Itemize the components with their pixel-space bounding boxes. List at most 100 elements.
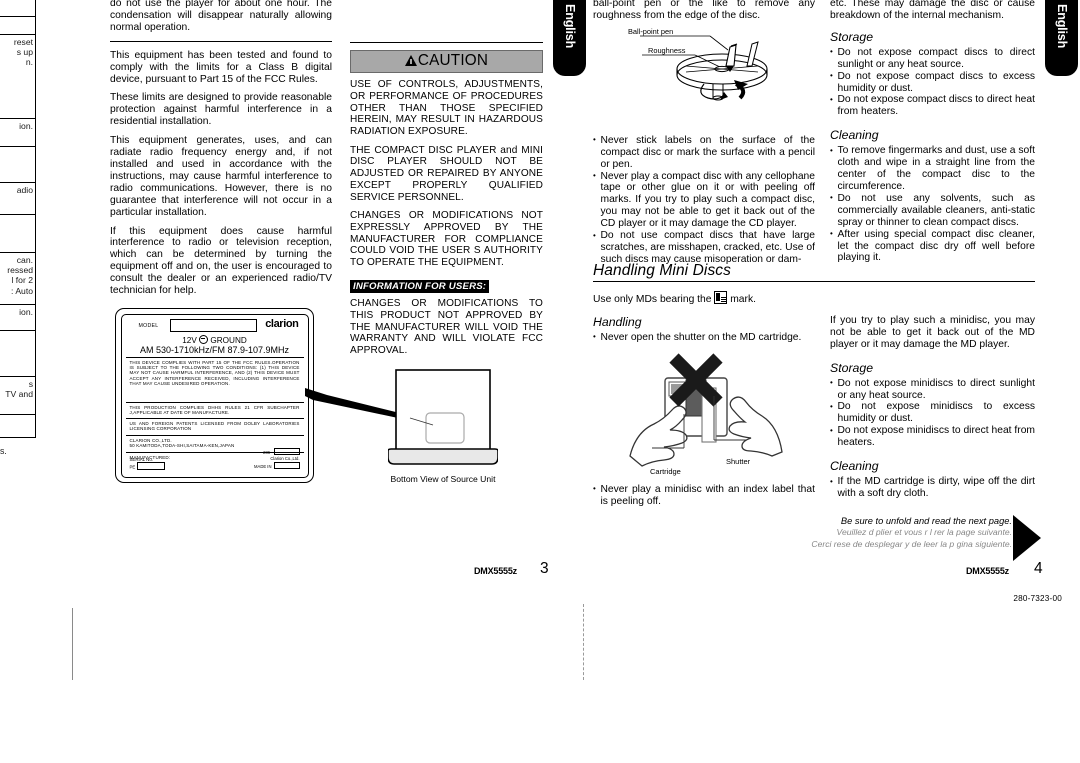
english-tab-label: English — [563, 4, 577, 49]
md-handling-heading: Handling — [593, 314, 642, 329]
manual-page: reset s up n. ion. adio can. ressed l fo… — [0, 0, 1080, 763]
label-286: 286- — [263, 449, 272, 455]
figure-label-ballpoint-pen: Ball-point pen — [628, 27, 674, 36]
mini-discs-heading: Handling Mini Discs — [593, 262, 732, 279]
label-company-footer: Clarion Co.,Ltd. — [270, 456, 300, 462]
ground-symbol-icon — [199, 334, 209, 344]
figure-label-roughness: Roughness — [648, 46, 686, 55]
label-pe-caption: PE — [129, 464, 136, 470]
cd-damage-note: etc. These may damage the disc or cause … — [830, 0, 1035, 21]
cd-cleaning-heading: Cleaning — [830, 128, 879, 143]
use-only-mds-post: mark. — [730, 294, 756, 305]
column-four: etc. These may damage the disc or cause … — [830, 0, 1035, 264]
md-continued-note: If you try to play such a minidisc, you … — [830, 314, 1035, 350]
cd-cleaning-bullet: Do not use any solvents, such as commerc… — [830, 192, 1035, 229]
figure-label-shutter: Shutter — [726, 457, 751, 466]
document-number: 280-7323-00 — [1013, 594, 1062, 603]
cd-handling-bullet: Never play a compact disc with any cello… — [593, 170, 815, 231]
label-dolby-block: US AND FOREIGN PATENTS LICENSED FROM DOL… — [129, 420, 300, 431]
label-madein-box — [273, 462, 300, 470]
fcc-paragraph: These limits are designed to provide rea… — [110, 92, 332, 128]
english-tab-left: English — [553, 0, 586, 76]
caution-divider — [350, 42, 543, 43]
use-only-mds-pre: Use only MDs bearing the — [593, 294, 712, 305]
label-model-box — [169, 318, 257, 332]
label-inner-border: MODEL clarion 12V GROUND AM 530-1710kHz/… — [120, 313, 309, 478]
left-crop-fragment: ion. — [19, 307, 33, 317]
label-model-caption: MODEL — [138, 322, 159, 329]
label-voltage: 12V — [182, 335, 197, 345]
minidisc-mark-icon — [714, 291, 728, 304]
cd-storage-bullet: Do not expose compact discs to direct su… — [830, 46, 1035, 71]
label-serial-area: SERIAL No. PE — [130, 457, 165, 470]
condensation-note: do not use the player for about one hour… — [110, 0, 332, 33]
cd-storage-bullet: Do not expose compact discs to direct he… — [830, 94, 1035, 118]
column-one: do not use the player for about one hour… — [110, 0, 332, 297]
left-crop-fragment: ion. — [19, 121, 33, 131]
fcc-paragraph: This equipment has been tested and found… — [110, 49, 332, 85]
unfold-notice: Be sure to unfold and read the next page… — [740, 515, 1012, 550]
label-pe-box — [136, 462, 165, 470]
clarion-rating-label: MODEL clarion 12V GROUND AM 530-1710kHz/… — [115, 308, 314, 483]
label-voltage-line: 12V GROUND — [122, 334, 308, 345]
label-company-name: CLARION CO.,LTD. 50 KAMITODA,TODA-SHI,SAI… — [129, 437, 235, 448]
figure-label-cartridge: Cartridge — [650, 467, 681, 476]
left-page-edge-crop: reset s up n. ion. adio can. ressed l fo… — [0, 0, 110, 470]
english-tab-right: English — [1045, 0, 1078, 76]
md-handling-bullet: Never open the shutter on the MD cartrid… — [593, 331, 815, 344]
handling-mini-discs-section: Handling Mini Discs Use only MDs bearing… — [593, 262, 1035, 507]
clarion-logo: clarion — [265, 318, 299, 330]
page-number-right: 4 — [1034, 560, 1043, 577]
caution-paragraph: THE COMPACT DISC PLAYER and MINI DISC PL… — [350, 144, 543, 203]
cd-cleaning-bullet: After using special compact disc cleaner… — [830, 228, 1035, 265]
caution-paragraph: CHANGES OR MODIFICATIONS NOT EXPRESSLY A… — [350, 210, 543, 269]
caution-paragraph: USE OF CONTROLS, ADJUSTMENTS, OR PERFORM… — [350, 79, 543, 138]
left-crop-tail-fragment: s. — [0, 446, 7, 456]
bottom-view-source-unit-figure — [388, 369, 498, 465]
cd-handling-bullet: Never stick labels on the surface of the… — [593, 134, 815, 171]
column-two: CAUTION USE OF CONTROLS, ADJUSTMENTS, OR… — [350, 0, 543, 357]
unfold-notice-spanish: Cerci rese de desplegar y de leer la p g… — [811, 538, 1012, 549]
caution-block: CAUTION USE OF CONTROLS, ADJUSTMENTS, OR… — [350, 42, 543, 357]
column-one-divider — [110, 40, 332, 42]
ballpoint-pen-note: ball-point pen or the like to remove any… — [593, 0, 815, 21]
cd-storage-heading: Storage — [830, 29, 874, 44]
label-band-range: AM 530-1710kHz/FM 87.9-107.9MHz — [139, 344, 290, 355]
md-cartridge-shutter-figure — [629, 353, 783, 467]
unfold-notice-english: Be sure to unfold and read the next page… — [840, 516, 1012, 526]
md-storage-bullet: Do not expose minidiscs to direct sunlig… — [830, 377, 1035, 402]
cd-storage-bullet: Do not expose compact discs to excess hu… — [830, 70, 1035, 95]
mini-disc-right-column: If you try to play such a minidisc, you … — [830, 315, 1035, 500]
md-cleaning-heading: Cleaning — [830, 459, 879, 474]
fcc-paragraph: This equipment generates, uses, and can … — [110, 135, 332, 218]
label-madein: MADE IN — [254, 464, 272, 470]
english-tab-label: English — [1055, 4, 1069, 49]
next-page-arrow-icon — [1013, 515, 1041, 561]
fcc-paragraph: If this equipment does cause harmful int… — [110, 225, 332, 297]
md-storage-bullet: Do not expose minidiscs to direct heat f… — [830, 425, 1035, 449]
bottom-view-caption: Bottom View of Source Unit — [390, 474, 496, 484]
caution-title: CAUTION — [417, 52, 489, 69]
cd-cleaning-bullet: To remove fingermarks and dust, use a so… — [830, 145, 1035, 193]
left-crop-fragment: s TV and — [5, 379, 33, 400]
fold-mark-left — [72, 608, 74, 680]
label-right-area: 286- Clarion Co.,Ltd. MADE IN — [254, 447, 300, 471]
label-ground: GROUND — [210, 335, 247, 345]
label-fcc-block: THIS DEVICE COMPLIES WITH PART 15 OF THE… — [129, 359, 300, 387]
md-cleaning-bullet: If the MD cartridge is dirty, wipe off t… — [830, 476, 1035, 500]
md-storage-bullet: Do not expose minidiscs to excess humidi… — [830, 401, 1035, 425]
md-storage-heading: Storage — [830, 360, 874, 375]
unfold-notice-french: Veuillez d plier et vous r l rer la page… — [836, 527, 1012, 537]
caution-header: CAUTION — [350, 50, 543, 74]
left-crop-fragment: reset s up n. — [13, 37, 33, 68]
information-for-users-bar: INFORMATION FOR USERS: — [350, 279, 490, 294]
mini-discs-heading-rule — [593, 281, 1035, 282]
cd-handling-bullet: Do not use compact discs that have large… — [593, 230, 815, 266]
left-crop-fragment: adio — [16, 185, 33, 195]
warning-triangle-icon — [404, 55, 417, 67]
left-crop-fragment: can. ressed l for 2 : Auto — [7, 255, 33, 296]
md-index-label-bullet: Never play a minidisc with an index labe… — [593, 483, 815, 508]
left-crop-table: reset s up n. ion. adio can. ressed l fo… — [0, 0, 36, 438]
use-only-mds-line: Use only MDs bearing the mark. — [593, 291, 1035, 306]
fold-mark-center — [583, 604, 584, 680]
